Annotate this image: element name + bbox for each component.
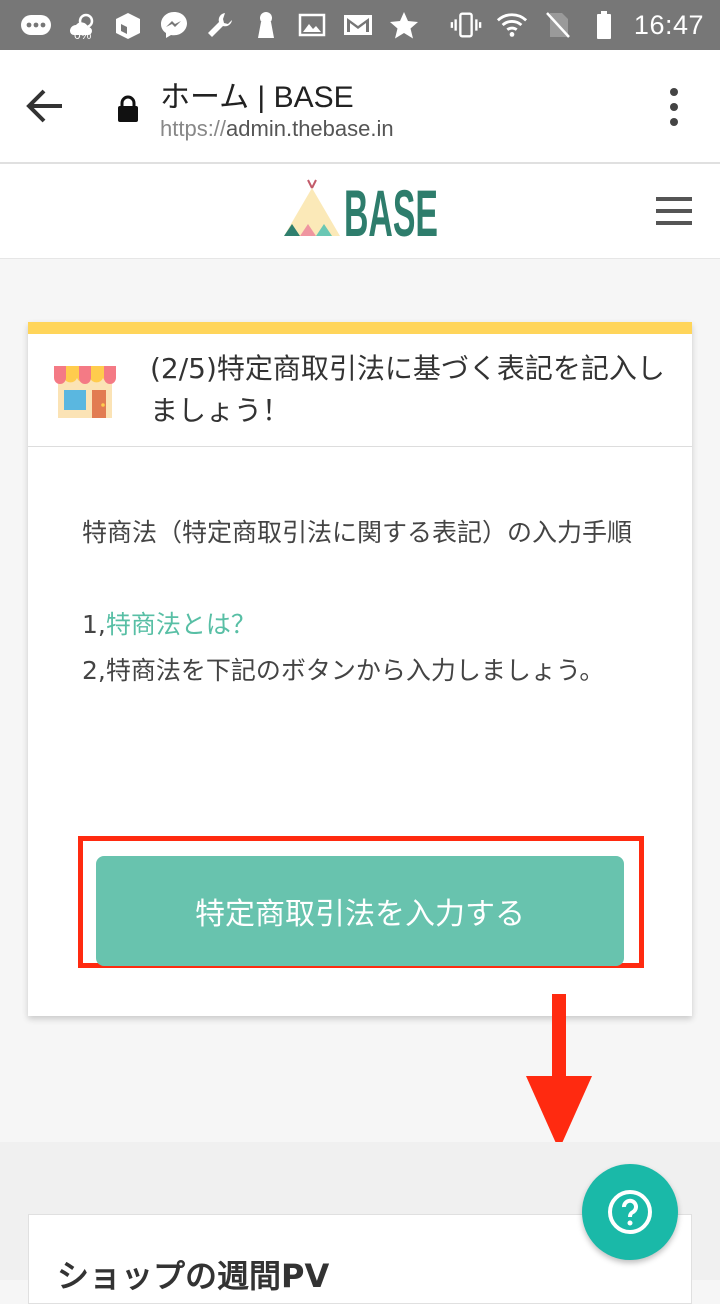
step-1: 1,特商法とは？ — [82, 602, 642, 648]
hamburger-icon — [656, 197, 692, 225]
base-logo[interactable]: BASE — [282, 174, 442, 250]
keyhole-icon — [250, 9, 282, 41]
gmail-icon — [342, 9, 374, 41]
more-options-button[interactable] — [664, 86, 684, 128]
battery-saver-pct: 0% — [74, 28, 92, 42]
image-icon — [296, 9, 328, 41]
help-button[interactable] — [582, 1164, 678, 1260]
kebab-menu-icon — [670, 88, 678, 126]
tokushoho-help-link[interactable]: 特商法とは？ — [106, 610, 256, 639]
chat-bubble-icon — [20, 9, 52, 41]
card-header: (2/5)特定商取引法に基づく表記を記入しましょう！ — [28, 334, 692, 447]
intro-text: 特商法（特定商取引法に関する表記）の入力手順 — [82, 518, 633, 547]
step-1-prefix: 1, — [82, 610, 106, 639]
url-bar[interactable]: https://admin.thebase.in — [160, 116, 394, 142]
card-title: (2/5)特定商取引法に基づく表記を記入しましょう！ — [150, 352, 665, 427]
vibrate-icon — [450, 9, 482, 41]
logo-text: BASE — [344, 176, 438, 244]
back-button[interactable] — [22, 86, 68, 126]
weekly-pv-title: ショップの週間PV — [57, 1257, 330, 1295]
step-2: 2,特商法を下記のボタンから入力しましょう。 — [82, 656, 605, 685]
wifi-icon — [496, 9, 528, 41]
lock-icon — [117, 94, 139, 124]
browser-toolbar: ホーム | BASE https://admin.thebase.in — [0, 50, 720, 164]
shop-icon — [52, 358, 118, 422]
url-host: admin.thebase.in — [226, 116, 394, 141]
status-bar: 0% 16:47 — [0, 0, 720, 50]
battery-icon — [588, 9, 620, 41]
site-header: BASE — [0, 164, 720, 259]
enter-tokushoho-button[interactable]: 特定商取引法を入力する — [96, 856, 624, 966]
system-icons: 16:47 — [450, 8, 704, 42]
setup-step-card: (2/5)特定商取引法に基づく表記を記入しましょう！ 特商法（特定商取引法に関す… — [28, 322, 692, 1150]
box-icon — [112, 9, 144, 41]
menu-button[interactable] — [656, 196, 692, 226]
no-sim-icon — [542, 9, 574, 41]
clock: 16:47 — [633, 9, 704, 40]
wrench-icon — [204, 9, 236, 41]
page-title: ホーム | BASE — [160, 81, 354, 114]
arrow-down-annotation — [524, 994, 594, 1154]
url-protocol: https:// — [160, 116, 227, 141]
card-body: 特商法（特定商取引法に関する表記）の入力手順 1,特商法とは？ 2,特商法を下記… — [82, 510, 642, 694]
question-icon — [608, 1190, 652, 1234]
star-icon — [388, 9, 420, 41]
messenger-icon — [158, 9, 190, 41]
arrow-left-icon — [26, 89, 62, 123]
